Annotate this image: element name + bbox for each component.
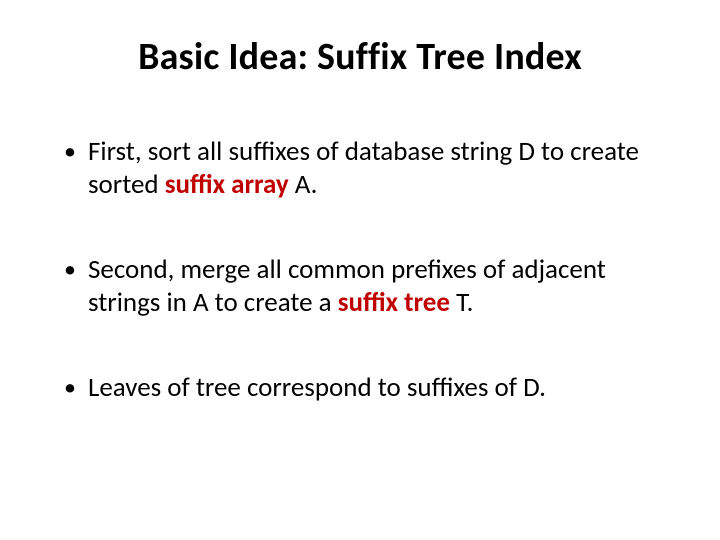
slide-title: Basic Idea: Suffix Tree Index xyxy=(56,34,664,80)
bullet-text: T. xyxy=(450,286,473,319)
list-item: Leaves of tree correspond to suffixes of… xyxy=(64,372,664,405)
bullet-emphasis: suffix tree xyxy=(338,286,450,319)
slide: Basic Idea: Suffix Tree Index First, sor… xyxy=(0,0,720,540)
list-item: Second, merge all common prefixes of adj… xyxy=(64,254,664,320)
bullet-text: A. xyxy=(289,168,318,201)
bullet-emphasis: suffix array xyxy=(165,168,289,201)
bullet-text: Leaves of tree correspond to suffixes of… xyxy=(88,371,546,404)
bullet-list: First, sort all suffixes of database str… xyxy=(56,136,664,405)
list-item: First, sort all suffixes of database str… xyxy=(64,136,664,202)
